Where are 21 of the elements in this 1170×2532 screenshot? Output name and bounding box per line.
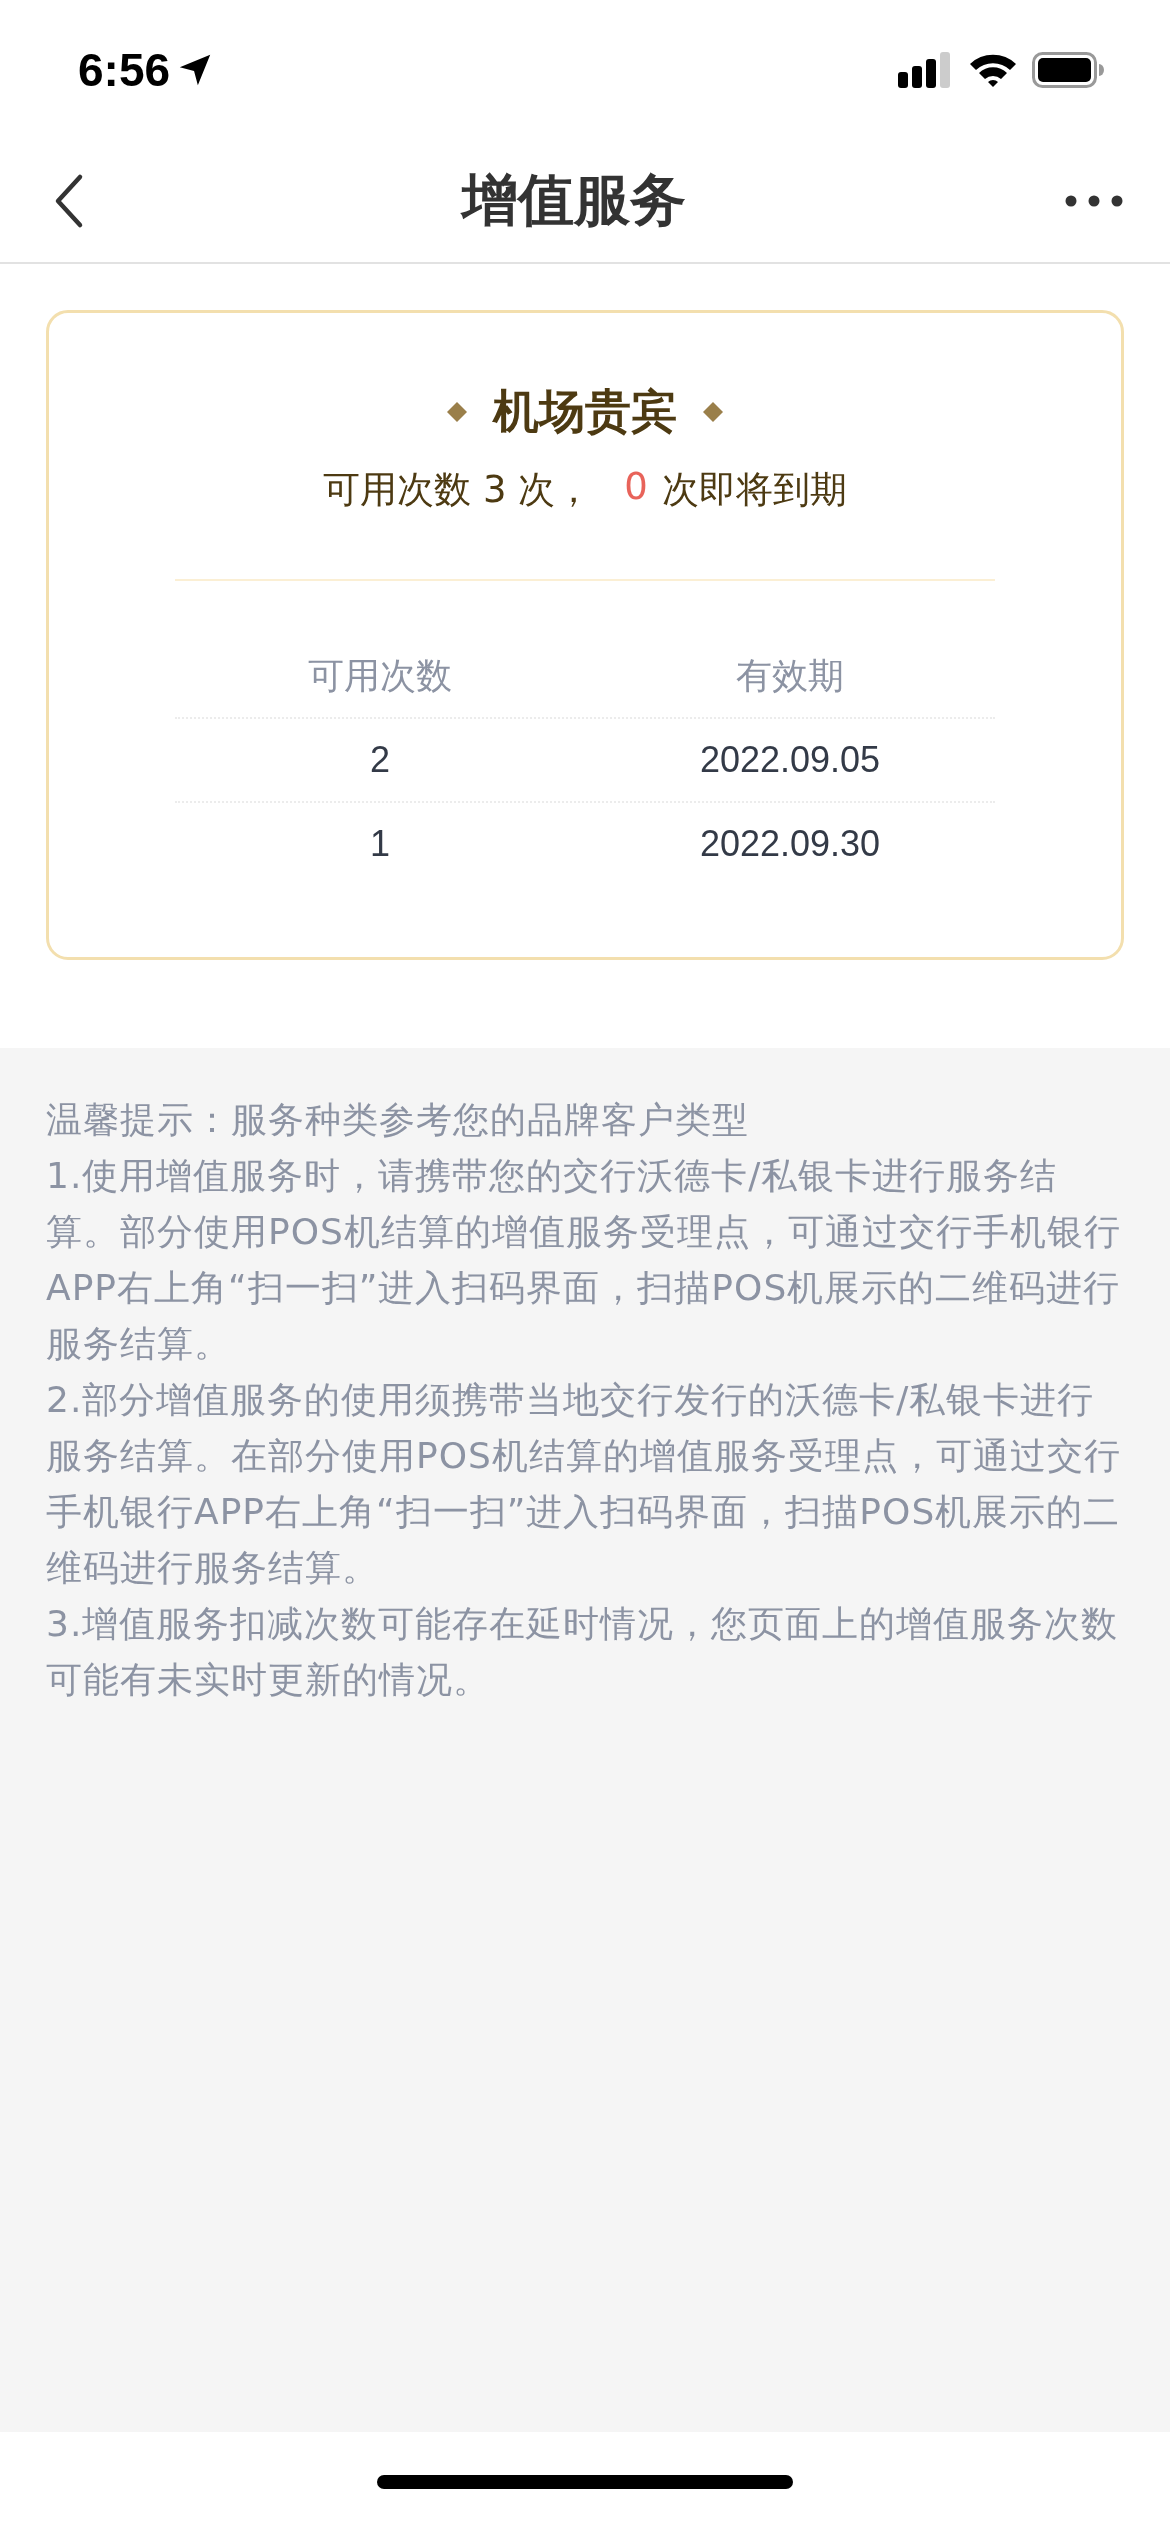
more-dots-icon bbox=[1064, 194, 1124, 208]
table-cell-text: 2 bbox=[369, 739, 391, 781]
expiring-text: 次即将到期 bbox=[661, 467, 847, 513]
diamond-icon bbox=[447, 402, 467, 422]
notice-text: 3.增值服务扣减次数可能存在延时情况，您页面上的增值服务次数可能有未实时更新的情况。 bbox=[46, 1602, 1120, 1702]
table-cell-text: 2022.09.30 bbox=[698, 823, 882, 865]
notice-text: 2.部分增值服务的使用须携带当地交行发行的沃德卡/私银卡进行服务结算。在部分使用POS机结算的增值服务受理点，可通过交行手机银行APP右上角“扫一扫”进入扫码界面，扫描POS机展示的二维码进行服务结算。 bbox=[46, 1378, 1122, 1590]
column-header: 可用次数 bbox=[307, 653, 453, 698]
notice-text: 温馨提示：服务种类参考您的品牌客户类型 bbox=[46, 1098, 750, 1142]
table-cell-text: 1 bbox=[369, 823, 391, 865]
card-title: 机场贵宾 bbox=[493, 383, 677, 440]
column-header: 有效期 bbox=[735, 653, 845, 698]
page-title: 增值服务 bbox=[462, 166, 686, 234]
notice-text: 1.使用增值服务时，请携带您的交行沃德卡/私银卡进行服务结算。部分使用POS机结算的增值服务受理点，可通过交行手机银行APP右上角“扫一扫”进入扫码界面，扫描POS机展示的二维码进行服务结算。 bbox=[46, 1154, 1122, 1366]
expiring-count: 0 bbox=[624, 465, 648, 510]
diamond-icon bbox=[703, 402, 723, 422]
table-cell-text: 2022.09.05 bbox=[698, 739, 882, 781]
remaining-count-text: 可用次数 3 次， bbox=[323, 467, 593, 513]
battery-icon bbox=[1032, 52, 1104, 88]
status-time: 6:56 bbox=[78, 43, 171, 97]
back-chevron-icon bbox=[54, 173, 84, 229]
